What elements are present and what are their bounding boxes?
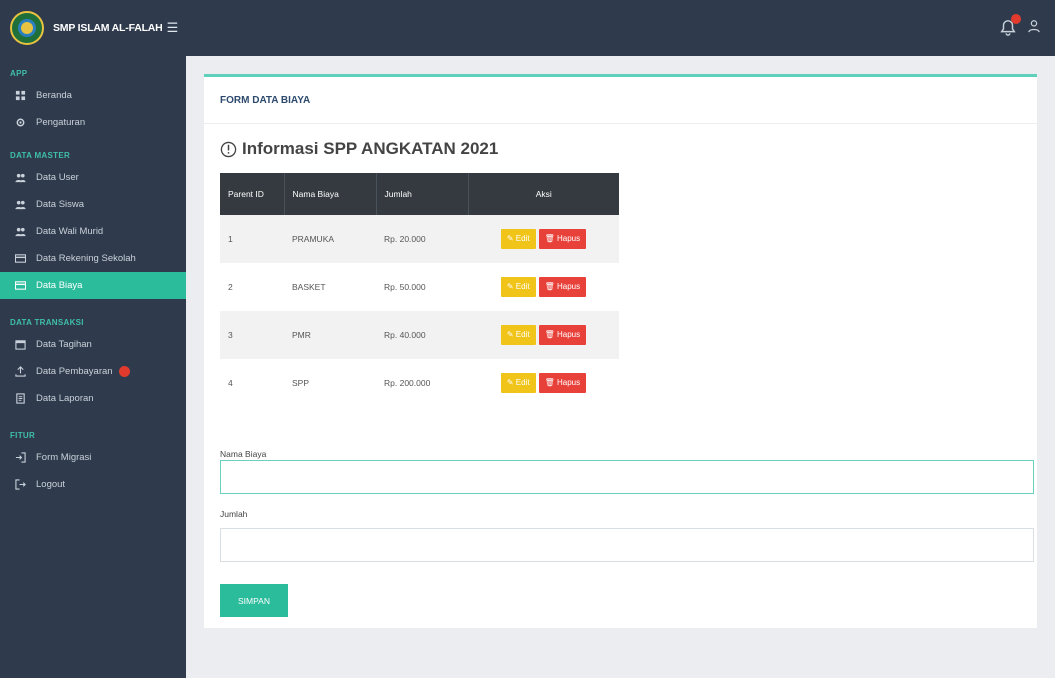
sidebar-item-label: Data Rekening Sekolah [36, 253, 136, 264]
users-icon [14, 226, 26, 238]
edit-button[interactable]: ✎ Edit [500, 373, 536, 393]
jumlah-label: Jumlah [220, 509, 248, 519]
notification-bell-icon[interactable] [999, 14, 1021, 37]
card-title: FORM DATA BIAYA [220, 94, 311, 106]
pembayaran-badge [118, 366, 130, 377]
info-title-text: Informasi SPP ANGKATAN 2021 [242, 139, 499, 158]
info-icon [220, 141, 237, 157]
sidebar-item-label: Form Migrasi [36, 452, 92, 463]
jumlah-input[interactable] [220, 528, 1034, 562]
cell-id: 1 [220, 215, 284, 263]
users-icon [14, 172, 26, 184]
brand: SMP ISLAM AL-FALAH ☰ [0, 0, 200, 56]
edit-button[interactable]: ✎ Edit [500, 325, 536, 345]
sidebar-item-label: Data User [36, 172, 79, 183]
sidebar-item-label: Data Pembayaran [36, 366, 113, 377]
sidebar-item-label: Data Biaya [36, 280, 83, 291]
table-row: 1 PRAMUKA Rp. 20.000 ✎ Edit 🗑 Hapus [220, 215, 619, 263]
sidebar-item-data-pembayaran[interactable]: Data Pembayaran [0, 358, 186, 385]
table-row: 2 BASKET Rp. 50.000 ✎ Edit 🗑 Hapus [220, 263, 619, 311]
sidebar-item-data-laporan[interactable]: Data Laporan [0, 385, 186, 412]
sidebar-item-data-siswa[interactable]: Data Siswa [0, 191, 186, 218]
sidebar-item-label: Data Laporan [36, 393, 94, 404]
cell-id: 2 [220, 263, 284, 311]
sidebar-item-data-user[interactable]: Data User [0, 164, 186, 191]
info-heading: Informasi SPP ANGKATAN 2021 [220, 139, 498, 159]
sidebar-item-form-migrasi[interactable]: Form Migrasi [0, 444, 186, 471]
sidebar-item-pengaturan[interactable]: Pengaturan [0, 109, 186, 136]
card-header: FORM DATA BIAYA [204, 77, 1037, 124]
calendar-icon [14, 339, 26, 351]
nama-biaya-label: Nama Biaya [220, 449, 267, 459]
form-card: FORM DATA BIAYA Informasi SPP ANGKATAN 2… [204, 74, 1037, 628]
hapus-button[interactable]: 🗑 Hapus [538, 229, 587, 249]
cell-nama: SPP [284, 359, 376, 407]
sidebar-item-label: Data Wali Murid [36, 226, 104, 237]
table-header-row: Parent ID Nama Biaya Jumlah Aksi [220, 173, 619, 215]
cell-jumlah: Rp. 200.000 [376, 359, 468, 407]
biaya-table: Parent ID Nama Biaya Jumlah Aksi 1 PRAMU… [220, 173, 619, 407]
main-content: FORM DATA BIAYA Informasi SPP ANGKATAN 2… [186, 56, 1055, 678]
section-data-master-heading: DATA MASTER [10, 151, 71, 160]
section-app-heading: APP [10, 69, 28, 78]
cell-nama: PRAMUKA [284, 215, 376, 263]
col-parent-id: Parent ID [220, 173, 285, 215]
cell-jumlah: Rp. 20.000 [376, 215, 468, 263]
col-aksi: Aksi [468, 173, 619, 215]
card-icon [14, 253, 26, 265]
cell-aksi: ✎ Edit 🗑 Hapus [468, 215, 619, 263]
nama-biaya-input[interactable] [220, 460, 1034, 494]
sidebar-item-label: Beranda [36, 90, 72, 101]
sidebar-item-label: Data Tagihan [36, 339, 92, 350]
col-nama-biaya: Nama Biaya [284, 173, 377, 215]
cell-nama: PMR [284, 311, 376, 359]
cell-aksi: ✎ Edit 🗑 Hapus [468, 263, 619, 311]
sign-in-icon [14, 452, 26, 464]
edit-button[interactable]: ✎ Edit [500, 229, 536, 249]
cell-aksi: ✎ Edit 🗑 Hapus [468, 359, 619, 407]
sign-out-icon [14, 479, 26, 491]
top-navbar: SMP ISLAM AL-FALAH ☰ [0, 0, 1055, 56]
section-fitur-heading: FITUR [10, 431, 36, 440]
sidebar-item-data-rekening-sekolah[interactable]: Data Rekening Sekolah [0, 245, 186, 272]
sidebar-item-data-tagihan[interactable]: Data Tagihan [0, 331, 186, 358]
hapus-button[interactable]: 🗑 Hapus [538, 277, 587, 297]
edit-button[interactable]: ✎ Edit [500, 277, 536, 297]
sidebar-item-label: Logout [36, 479, 66, 490]
sidebar-item-data-biaya[interactable]: Data Biaya [0, 272, 186, 299]
section-data-transaksi-heading: DATA TRANSAKSI [10, 318, 84, 327]
menu-toggle-icon[interactable]: ☰ [167, 20, 179, 36]
user-icon[interactable] [1027, 19, 1041, 38]
sidebar-item-label: Pengaturan [36, 117, 86, 128]
sidebar-item-beranda[interactable]: Beranda [0, 82, 186, 109]
card-icon [14, 280, 26, 292]
cell-jumlah: Rp. 40.000 [376, 311, 468, 359]
cell-id: 3 [220, 311, 284, 359]
gear-icon [14, 117, 26, 129]
grid-icon [14, 90, 26, 102]
brand-name: SMP ISLAM AL-FALAH [53, 22, 163, 34]
hapus-button[interactable]: 🗑 Hapus [538, 373, 587, 393]
cell-id: 4 [220, 359, 284, 407]
table-row: 4 SPP Rp. 200.000 ✎ Edit 🗑 Hapus [220, 359, 619, 407]
upload-icon [14, 366, 26, 378]
simpan-button[interactable]: SIMPAN [220, 584, 288, 617]
sidebar-item-data-wali-murid[interactable]: Data Wali Murid [0, 218, 186, 245]
col-jumlah: Jumlah [376, 173, 469, 215]
school-logo [10, 11, 44, 45]
document-icon [14, 393, 26, 405]
sidebar-item-label: Data Siswa [36, 199, 85, 210]
cell-jumlah: Rp. 50.000 [376, 263, 468, 311]
sidebar-item-logout[interactable]: Logout [0, 471, 186, 498]
cell-aksi: ✎ Edit 🗑 Hapus [468, 311, 619, 359]
sidebar: APP Beranda Pengaturan DATA MASTER Data … [0, 56, 186, 678]
cell-nama: BASKET [284, 263, 376, 311]
notification-badge [1011, 14, 1021, 24]
users-icon [14, 199, 26, 211]
table-row: 3 PMR Rp. 40.000 ✎ Edit 🗑 Hapus [220, 311, 619, 359]
hapus-button[interactable]: 🗑 Hapus [538, 325, 587, 345]
